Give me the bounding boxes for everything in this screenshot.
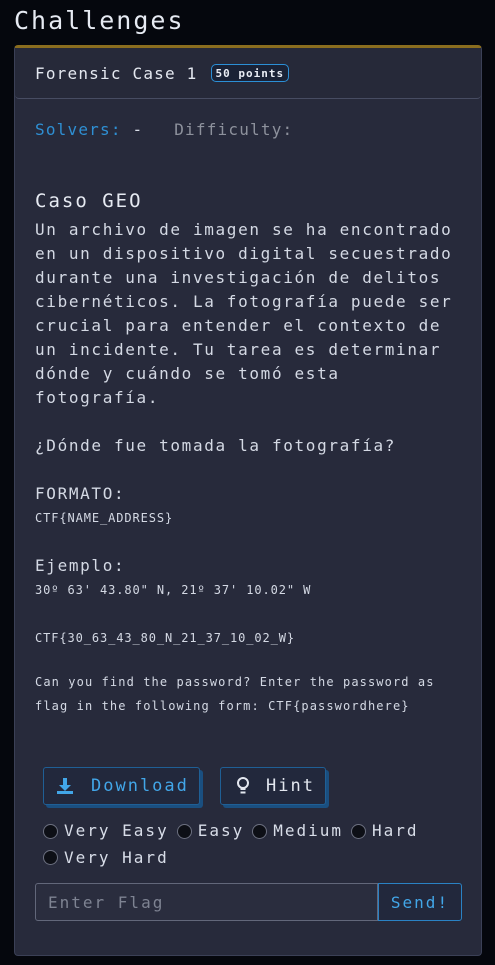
challenge-header: Forensic Case 1 50 points bbox=[15, 48, 481, 99]
points-badge: 50 points bbox=[210, 64, 290, 82]
difficulty-option-label: Very Easy bbox=[64, 821, 169, 840]
ejemplo-coordinates: 30º 63' 43.80" N, 21º 37' 10.02" W bbox=[35, 583, 312, 597]
radio-button[interactable] bbox=[176, 823, 192, 839]
formato-value: CTF{NAME_ADDRESS} bbox=[35, 511, 174, 525]
radio-button[interactable] bbox=[43, 850, 58, 865]
difficulty-option-very-hard[interactable]: Very Hard bbox=[43, 846, 169, 870]
solvers-value: - bbox=[132, 120, 144, 139]
difficulty-option-hard[interactable]: Hard bbox=[351, 819, 419, 843]
lightbulb-icon bbox=[234, 776, 252, 796]
ejemplo-label: Ejemplo: bbox=[35, 556, 126, 575]
difficulty-option-label: Medium bbox=[273, 821, 344, 840]
hint-button[interactable]: Hint bbox=[220, 767, 326, 805]
hint-label: Hint bbox=[266, 776, 315, 796]
download-icon bbox=[56, 776, 74, 796]
flag-input[interactable] bbox=[35, 883, 378, 921]
challenge-name: Forensic Case 1 bbox=[35, 63, 198, 83]
challenge-description: Caso GEO Un archivo de imagen se ha enco… bbox=[35, 190, 475, 718]
page-title: Challenges bbox=[14, 6, 185, 35]
radio-button[interactable] bbox=[43, 823, 58, 839]
case-title: Caso GEO bbox=[35, 190, 143, 212]
download-button[interactable]: Download bbox=[43, 767, 200, 805]
download-label: Download bbox=[91, 776, 189, 796]
description-text: Un archivo de imagen se ha encontrado en… bbox=[35, 220, 453, 407]
formato-label: FORMATO: bbox=[35, 484, 126, 503]
send-button[interactable]: Send! bbox=[378, 883, 462, 921]
difficulty-option-label: Easy bbox=[197, 821, 245, 840]
question-text: ¿Dónde fue tomada la fotografía? bbox=[35, 436, 397, 455]
difficulty-option-easy[interactable]: Easy bbox=[176, 819, 245, 843]
difficulty-radio-group: Very Easy Easy Medium Hard Very Hard bbox=[43, 819, 473, 872]
solvers-label: Solvers: bbox=[35, 120, 122, 139]
difficulty-option-very-easy[interactable]: Very Easy bbox=[43, 819, 169, 843]
radio-button[interactable] bbox=[351, 823, 367, 839]
challenge-meta: Solvers: - Difficulty: bbox=[35, 120, 293, 139]
difficulty-option-label: Hard bbox=[372, 821, 419, 840]
challenge-card: Forensic Case 1 50 points Solvers: - Dif… bbox=[14, 45, 482, 956]
flag-form: Send! bbox=[35, 883, 462, 921]
difficulty-option-medium[interactable]: Medium bbox=[252, 819, 343, 843]
password-note: Can you find the password? Enter the pas… bbox=[35, 675, 435, 713]
ejemplo-flag: CTF{30_63_43_80_N_21_37_10_02_W} bbox=[35, 631, 295, 645]
radio-button[interactable] bbox=[252, 823, 268, 839]
difficulty-option-label: Very Hard bbox=[64, 847, 169, 867]
difficulty-label: Difficulty: bbox=[174, 120, 294, 139]
